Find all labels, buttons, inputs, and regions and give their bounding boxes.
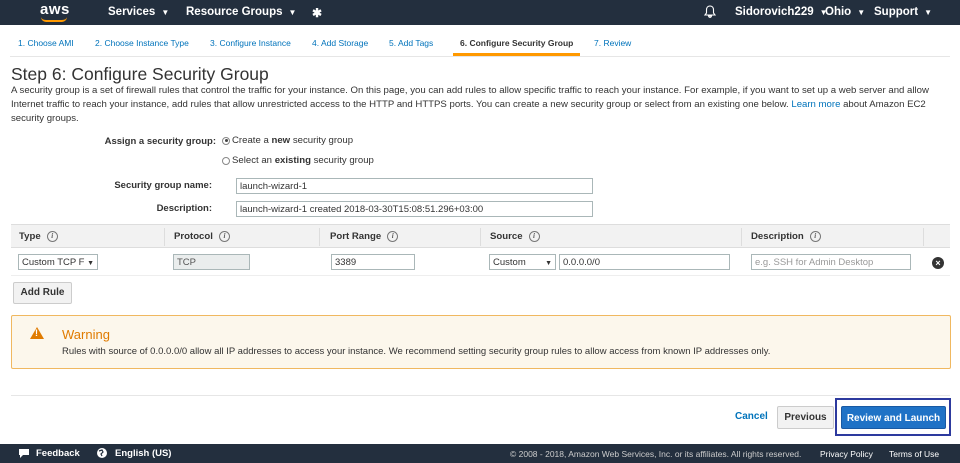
security-group-name-input[interactable]: launch-wizard-1 — [236, 178, 593, 194]
tab-configure-instance[interactable]: 3. Configure Instance — [210, 34, 291, 56]
copyright-text: © 2008 - 2018, Amazon Web Services, Inc.… — [510, 449, 802, 459]
resource-groups-menu[interactable]: Resource Groups ▼ — [186, 6, 296, 18]
services-menu[interactable]: Services ▼ — [108, 6, 169, 18]
tab-review[interactable]: 7. Review — [594, 34, 631, 56]
resource-groups-label: Resource Groups — [186, 6, 283, 18]
support-menu[interactable]: Support ▼ — [874, 6, 932, 18]
warning-icon-mark: ! — [35, 328, 38, 338]
protocol-field: TCP — [173, 254, 250, 270]
chevron-down-icon: ▼ — [857, 8, 866, 17]
description-label: Description: — [156, 203, 212, 214]
column-divider — [741, 228, 742, 246]
col-source-label: Source — [490, 231, 523, 242]
chevron-down-icon: ▼ — [288, 8, 297, 17]
col-description-label: Description — [751, 231, 804, 242]
pin-icon[interactable]: ✱ — [312, 6, 322, 20]
previous-button[interactable]: Previous — [777, 406, 834, 429]
column-divider — [164, 228, 165, 246]
aws-logo[interactable]: aws — [40, 1, 70, 18]
info-icon[interactable]: i — [528, 231, 540, 242]
globe-icon — [96, 447, 108, 462]
port-range-input[interactable]: 3389 — [331, 254, 415, 270]
warning-title: Warning — [62, 327, 110, 342]
tabs-divider — [10, 56, 950, 57]
review-and-launch-button[interactable]: Review and Launch — [841, 406, 946, 429]
warning-message: Rules with source of 0.0.0.0/0 allow all… — [62, 346, 771, 357]
radio-create-text: Create a — [232, 135, 269, 146]
rule-description-input[interactable]: e.g. SSH for Admin Desktop — [751, 254, 911, 270]
cancel-link[interactable]: Cancel — [735, 411, 768, 422]
radio-button-selected[interactable] — [222, 136, 230, 145]
radio-select-existing-group[interactable]: Select an existing security group — [222, 155, 374, 166]
rule-type-select[interactable]: Custom TCP F ▼ — [18, 254, 98, 270]
page-title: Step 6: Configure Security Group — [11, 64, 269, 84]
feedback-icon — [18, 448, 30, 462]
add-rule-button[interactable]: Add Rule — [13, 282, 72, 304]
account-label: Sidorovich229 — [735, 6, 814, 18]
chevron-down-icon: ▼ — [924, 8, 932, 17]
source-cidr-input[interactable]: 0.0.0.0/0 — [559, 254, 730, 270]
col-source: Source i — [490, 231, 540, 242]
bell-icon[interactable] — [703, 5, 717, 21]
col-port-range-label: Port Range — [330, 231, 382, 242]
column-divider — [923, 228, 924, 246]
chevron-down-icon: ▼ — [161, 8, 170, 17]
radio-create-suffix: security group — [292, 135, 354, 146]
col-port-range: Port Range i — [330, 231, 399, 242]
col-type-label: Type — [19, 231, 41, 242]
chevron-down-icon: ▼ — [87, 260, 94, 267]
info-icon[interactable]: i — [218, 231, 230, 242]
services-label: Services — [108, 6, 156, 18]
radio-select-text: Select an — [232, 155, 273, 166]
source-type-select[interactable]: Custom ▼ — [489, 254, 556, 270]
col-type: Type i — [19, 231, 58, 242]
top-navigation: aws Services ▼ Resource Groups ▼ ✱ Sidorov… — [0, 0, 960, 25]
col-description: Description i — [751, 231, 821, 242]
region-label: Ohio — [825, 6, 852, 18]
radio-create-new-group[interactable]: Create a new security group — [222, 135, 353, 146]
radio-select-suffix: security group — [313, 155, 374, 166]
col-protocol: Protocol i — [174, 231, 230, 242]
language-selector[interactable]: English (US) — [115, 448, 171, 459]
tab-add-tags[interactable]: 5. Add Tags — [389, 34, 433, 56]
table-row: Custom TCP F ▼ TCP 3389 Custom ▼ 0.0.0.0/0… — [11, 249, 950, 276]
radio-create-bold: new — [271, 135, 291, 146]
assign-security-group-label: Assign a security group: — [104, 136, 216, 147]
privacy-policy-link[interactable]: Privacy Policy — [820, 449, 873, 459]
actions-divider — [11, 395, 950, 396]
info-icon[interactable]: i — [46, 231, 58, 242]
learn-more-link[interactable]: Learn more — [791, 99, 840, 110]
feedback-link[interactable]: Feedback — [36, 448, 80, 459]
column-divider — [480, 228, 481, 246]
warning-alert: ! Warning Rules with source of 0.0.0.0/0… — [11, 315, 951, 369]
chevron-down-icon: ▼ — [545, 260, 552, 267]
tab-configure-security-group[interactable]: 6. Configure Security Group — [453, 34, 581, 56]
remove-rule-icon[interactable]: × — [932, 257, 944, 269]
intro-text: A security group is a set of firewall ru… — [11, 84, 941, 126]
source-type-value: Custom — [493, 257, 526, 268]
info-icon[interactable]: i — [809, 231, 821, 242]
description-input[interactable]: launch-wizard-1 created 2018-03-30T15:08… — [236, 201, 593, 217]
tab-add-storage[interactable]: 4. Add Storage — [312, 34, 368, 56]
security-group-name-label: Security group name: — [114, 180, 212, 191]
terms-of-use-link[interactable]: Terms of Use — [889, 449, 939, 459]
support-label: Support — [874, 6, 919, 18]
aws-logo-smile — [41, 17, 67, 22]
rule-type-value: Custom TCP F — [22, 257, 85, 268]
account-menu[interactable]: Sidorovich229 ▼ — [735, 6, 828, 18]
column-divider — [319, 228, 320, 246]
footer: Feedback English (US) © 2008 - 2018, Ama… — [0, 444, 960, 463]
info-icon[interactable]: i — [387, 231, 399, 242]
tab-choose-instance-type[interactable]: 2. Choose Instance Type — [95, 34, 189, 56]
tab-choose-ami[interactable]: 1. Choose AMI — [18, 34, 74, 56]
col-protocol-label: Protocol — [174, 231, 213, 242]
radio-select-bold: existing — [274, 155, 311, 166]
region-menu[interactable]: Ohio ▼ — [825, 6, 865, 18]
rules-table-header: Type i Protocol i Port Range i Source i Desc… — [11, 224, 950, 248]
radio-button[interactable] — [222, 156, 230, 165]
